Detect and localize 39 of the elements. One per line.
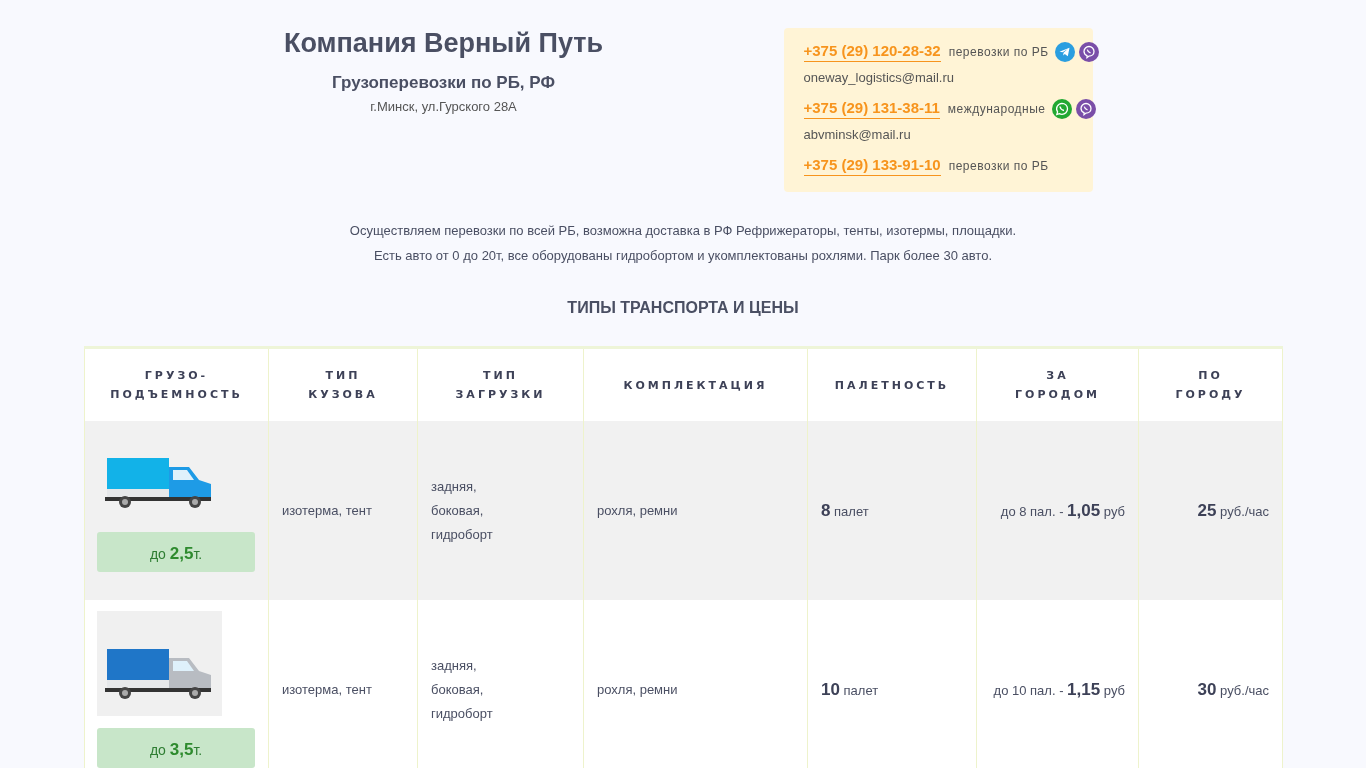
pallets-text: 10 палет — [821, 682, 879, 698]
column-header: ТИП ЗАГРУЗКИ — [455, 368, 546, 403]
column-header: ПАЛЕТНОСТЬ — [834, 377, 950, 394]
column-header: КОМПЛЕКТАЦИЯ — [623, 377, 768, 394]
phone-bubble-icon[interactable] — [1078, 42, 1099, 62]
phone-bubble-icon[interactable] — [1051, 99, 1072, 119]
intro-paragraph: Осуществляем перевозки по всей РБ, возможна доставка в РФ Рефрижераторы, тенты, изотермы, площадки. — [348, 222, 1018, 240]
equipment-text: рохля, ремни — [597, 503, 678, 518]
column-header: ГРУЗО-ПОДЪЕМНОСТЬ — [110, 368, 243, 403]
contact-note: перевозки по РБ — [948, 45, 1049, 59]
paper-plane-icon[interactable] — [1054, 42, 1075, 62]
equipment-text: рохля, ремни — [597, 682, 678, 697]
phone-link[interactable]: +375 (29) 120-28-32 — [803, 42, 941, 62]
intercity-price: до 10 пал. - 1,15 руб — [993, 682, 1125, 698]
section-title: ТИПЫ ТРАНСПОРТА И ЦЕНЫ — [566, 298, 800, 318]
pallets-text: 8 палет — [821, 503, 869, 519]
contact-note: международные — [947, 102, 1046, 116]
capacity-label: до 3,5т. — [149, 740, 203, 760]
company-subtitle: Грузоперевозки по РБ, РФ — [331, 73, 556, 93]
phone-bubble-icon[interactable] — [1075, 99, 1096, 119]
column-header: ЗА ГОРОДОМ — [1015, 368, 1100, 403]
column-header: ПО ГОРОДУ — [1175, 368, 1246, 403]
address-text: г.Минск, ул.Гурского 28А — [369, 99, 518, 114]
column-header: ТИП КУЗОВА — [308, 368, 378, 403]
capacity-label: до 2,5т. — [149, 543, 203, 564]
body-type-text: изотерма, тент — [282, 503, 372, 518]
loading-type-text: задняя, боковая, гидроборт — [431, 656, 493, 723]
loading-type-text: задняя, боковая, гидроборт — [431, 477, 493, 544]
intercity-price: до 8 пал. - 1,05 руб — [1000, 503, 1125, 519]
email-text: oneway_logistics@mail.ru — [803, 70, 955, 85]
city-price: 30 руб./час — [1197, 682, 1269, 698]
body-type-text: изотерма, тент — [282, 682, 372, 697]
city-price: 25 руб./час — [1197, 503, 1269, 519]
phone-link[interactable]: +375 (29) 131-38-11 — [803, 99, 940, 119]
email-text: abvminsk@mail.ru — [803, 127, 912, 142]
phone-link[interactable]: +375 (29) 133-91-10 — [803, 156, 941, 176]
contact-note: перевозки по РБ — [948, 159, 1049, 173]
company-name: Компания Верный Путь — [282, 28, 605, 59]
intro-paragraph: Есть авто от 0 до 20т, все оборудованы гидробортом и укомплектованы рохлями. Парк более 30 авто. — [373, 247, 993, 265]
